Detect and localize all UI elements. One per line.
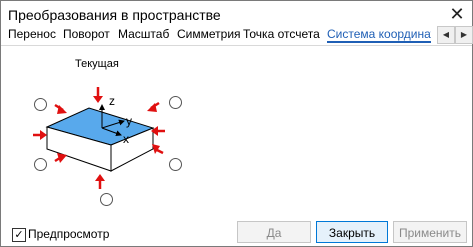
tab-coordinate-system[interactable]: Система координат	[327, 27, 431, 41]
arrow-bottom-icon	[95, 174, 105, 189]
box-preview-diagram: z y x	[33, 87, 165, 189]
dialog-title: Преобразования в пространстве	[8, 7, 221, 23]
radio-bottom-center[interactable]	[100, 193, 113, 206]
preview-checkbox-label[interactable]: Предпросмотр	[28, 227, 109, 241]
tab-rotate[interactable]: Поворот	[63, 27, 110, 41]
tab-scroll-left-icon[interactable]: ◀	[437, 26, 455, 44]
tab-symmetry[interactable]: Симметрия	[177, 27, 241, 41]
tab-move[interactable]: Перенос	[8, 27, 56, 41]
arrow-top-icon	[93, 87, 103, 103]
active-tab-indicator	[327, 41, 431, 43]
arrow-top-right-icon	[147, 101, 160, 112]
tab-origin-point[interactable]: Точка отсчета	[243, 27, 320, 41]
arrow-mid-left-icon	[33, 130, 47, 140]
radio-top-right[interactable]	[169, 96, 182, 109]
close-button[interactable]: Закрыть	[316, 221, 388, 243]
x-axis-label: x	[123, 132, 129, 146]
radio-bottom-right[interactable]	[169, 158, 182, 171]
tab-scroll-right-icon[interactable]: ▶	[455, 26, 473, 44]
apply-button[interactable]: Применить	[393, 221, 467, 243]
yes-button[interactable]: Да	[237, 221, 311, 243]
tab-scale[interactable]: Масштаб	[118, 27, 169, 41]
preview-caption: Текущая	[75, 58, 119, 70]
arrow-top-left-icon	[54, 103, 67, 114]
preview-checkbox[interactable]: ✓	[12, 228, 26, 242]
arrow-bottom-right-icon	[152, 144, 164, 155]
z-axis-label: z	[109, 94, 115, 108]
dialog-window: Преобразования в пространстве ✕ Перенос …	[0, 0, 473, 247]
y-axis-label: y	[126, 114, 132, 128]
close-icon[interactable]: ✕	[445, 3, 469, 25]
